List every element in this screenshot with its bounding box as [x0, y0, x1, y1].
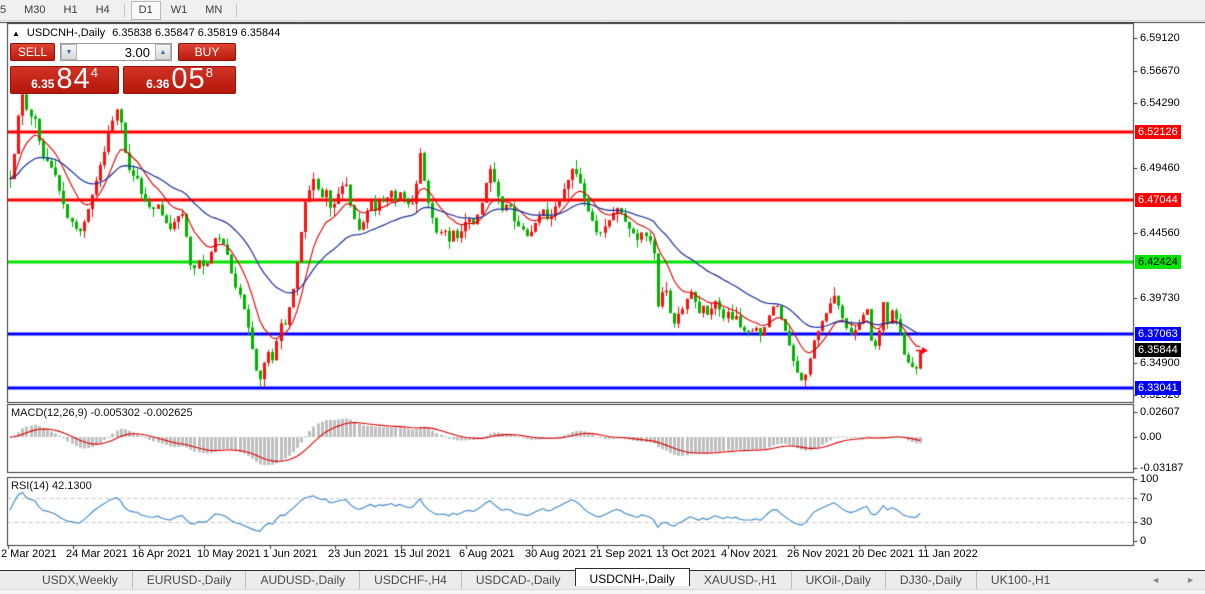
date-label: 23 Jun 2021 [328, 548, 389, 560]
tab-scroll-arrows: ◄ ► [1151, 575, 1195, 585]
price-tick-label: 6.39730 [1140, 292, 1180, 305]
buy-price-pip: 8 [206, 67, 213, 79]
tab-eurusd-daily[interactable]: EURUSD-,Daily [132, 571, 246, 589]
collapse-chart-icon[interactable]: ▲ [12, 28, 20, 39]
rsi-label: RSI(14) 42.1300 [11, 480, 92, 492]
sell-price-pip: 4 [91, 67, 98, 79]
price-tick-label: 6.49460 [1140, 162, 1180, 175]
date-label: 11 Jan 2022 [918, 548, 978, 560]
price-marker-current-price: 6.35844 [1135, 343, 1181, 357]
date-label: 20 Dec 2021 [852, 548, 914, 560]
tab-usdx-weekly[interactable]: USDX,Weekly [28, 571, 132, 589]
price-marker-resistance-1: 6.52126 [1135, 125, 1181, 139]
price-marker-pivot: 6.42424 [1135, 255, 1181, 269]
price-marker-resistance-2: 6.47044 [1135, 193, 1181, 207]
macd-tick-label: 0.00 [1140, 431, 1161, 444]
tab-ukoil-daily[interactable]: UKOil-,Daily [791, 571, 885, 589]
buy-price-prefix: 6.36 [146, 76, 169, 92]
date-label: 30 Aug 2021 [525, 548, 587, 560]
date-label: 26 Nov 2021 [787, 548, 849, 560]
volume-stepper: ▼ ▲ [60, 43, 172, 61]
volume-input[interactable] [77, 44, 155, 60]
toolbar-separator [124, 3, 125, 17]
symbol-tab-bar: USDX,WeeklyEURUSD-,DailyAUDUSD-,DailyUSD… [0, 571, 1205, 589]
price-tick-label: 6.34900 [1140, 357, 1180, 370]
date-label: 1 Jun 2021 [263, 548, 317, 560]
rsi-tick-label: 100 [1140, 473, 1158, 486]
timeframe-mn[interactable]: MN [197, 1, 230, 20]
buy-price-display[interactable]: 6.36 05 8 [123, 66, 236, 94]
chart-title: ▲ USDCNH-,Daily 6.35838 6.35847 6.35819 … [12, 27, 280, 39]
date-label: 16 Apr 2021 [132, 548, 191, 560]
tab-scroll-left-icon[interactable]: ◄ [1151, 575, 1160, 585]
rsi-tick-label: 0 [1140, 535, 1146, 548]
chart-symbol-period: USDCNH-,Daily [27, 27, 105, 39]
toolbar-separator [236, 3, 237, 17]
price-tick-label: 6.59120 [1140, 32, 1180, 45]
date-label: 24 Mar 2021 [66, 548, 128, 560]
timeframe-5[interactable]: 5 [0, 1, 14, 20]
date-label: 13 Oct 2021 [656, 548, 716, 560]
price-marker-support-1: 6.37063 [1135, 327, 1181, 341]
date-label: 6 Aug 2021 [459, 548, 515, 560]
tab-usdchf-h4[interactable]: USDCHF-,H4 [359, 571, 461, 589]
status-strip [0, 589, 1205, 594]
tab-audusd-daily[interactable]: AUDUSD-,Daily [245, 571, 359, 589]
tab-usdcnh-daily[interactable]: USDCNH-,Daily [575, 568, 690, 586]
buy-price-big-digits: 05 [171, 66, 205, 92]
price-tick-label: 6.54290 [1140, 97, 1180, 110]
tab-xauusd-h1[interactable]: XAUUSD-,H1 [690, 571, 791, 589]
macd-label: MACD(12,26,9) -0.005302 -0.002625 [11, 407, 193, 419]
date-label: 21 Sep 2021 [590, 548, 652, 560]
price-tick-label: 6.44560 [1140, 227, 1180, 240]
date-label: 15 Jul 2021 [394, 548, 451, 560]
date-label: 4 Nov 2021 [721, 548, 777, 560]
tab-uk100-h1[interactable]: UK100-,H1 [976, 571, 1064, 589]
sell-button[interactable]: SELL [10, 43, 55, 61]
tab-scroll-right-icon[interactable]: ► [1186, 575, 1195, 585]
timeframe-h1[interactable]: H1 [56, 1, 86, 20]
tab-dj30-daily[interactable]: DJ30-,Daily [885, 571, 976, 589]
timeframe-h4[interactable]: H4 [88, 1, 118, 20]
timeframe-m30[interactable]: M30 [16, 1, 53, 20]
date-label: 10 May 2021 [197, 548, 261, 560]
price-marker-support-2: 6.33041 [1135, 381, 1181, 395]
timeframe-toolbar: 5M30H1H4 D1W1MN [0, 0, 1205, 21]
volume-increase-icon[interactable]: ▲ [155, 44, 171, 60]
timeframe-w1[interactable]: W1 [163, 1, 196, 20]
chart-quote-values: 6.35838 6.35847 6.35819 6.35844 [112, 27, 280, 39]
price-axis: 6.59120 6.56670 6.54290 6.49460 6.44560 6.397… [1134, 0, 1205, 593]
date-label: 2 Mar 2021 [1, 548, 57, 560]
sell-price-display[interactable]: 6.35 84 4 [10, 66, 119, 94]
price-tick-label: 6.56670 [1140, 65, 1180, 78]
buy-button[interactable]: BUY [178, 43, 236, 61]
rsi-tick-label: 30 [1140, 516, 1152, 529]
rsi-tick-label: 70 [1140, 492, 1152, 505]
sell-price-big-digits: 84 [56, 66, 90, 92]
one-click-trade-panel: SELL ▼ ▲ BUY 6.35 84 4 6.36 05 8 [10, 43, 236, 94]
sell-price-prefix: 6.35 [31, 76, 54, 92]
volume-decrease-icon[interactable]: ▼ [61, 44, 77, 60]
timeframe-d1[interactable]: D1 [131, 1, 161, 20]
macd-tick-label: 0.02607 [1140, 406, 1180, 419]
tab-usdcad-daily[interactable]: USDCAD-,Daily [461, 571, 575, 589]
